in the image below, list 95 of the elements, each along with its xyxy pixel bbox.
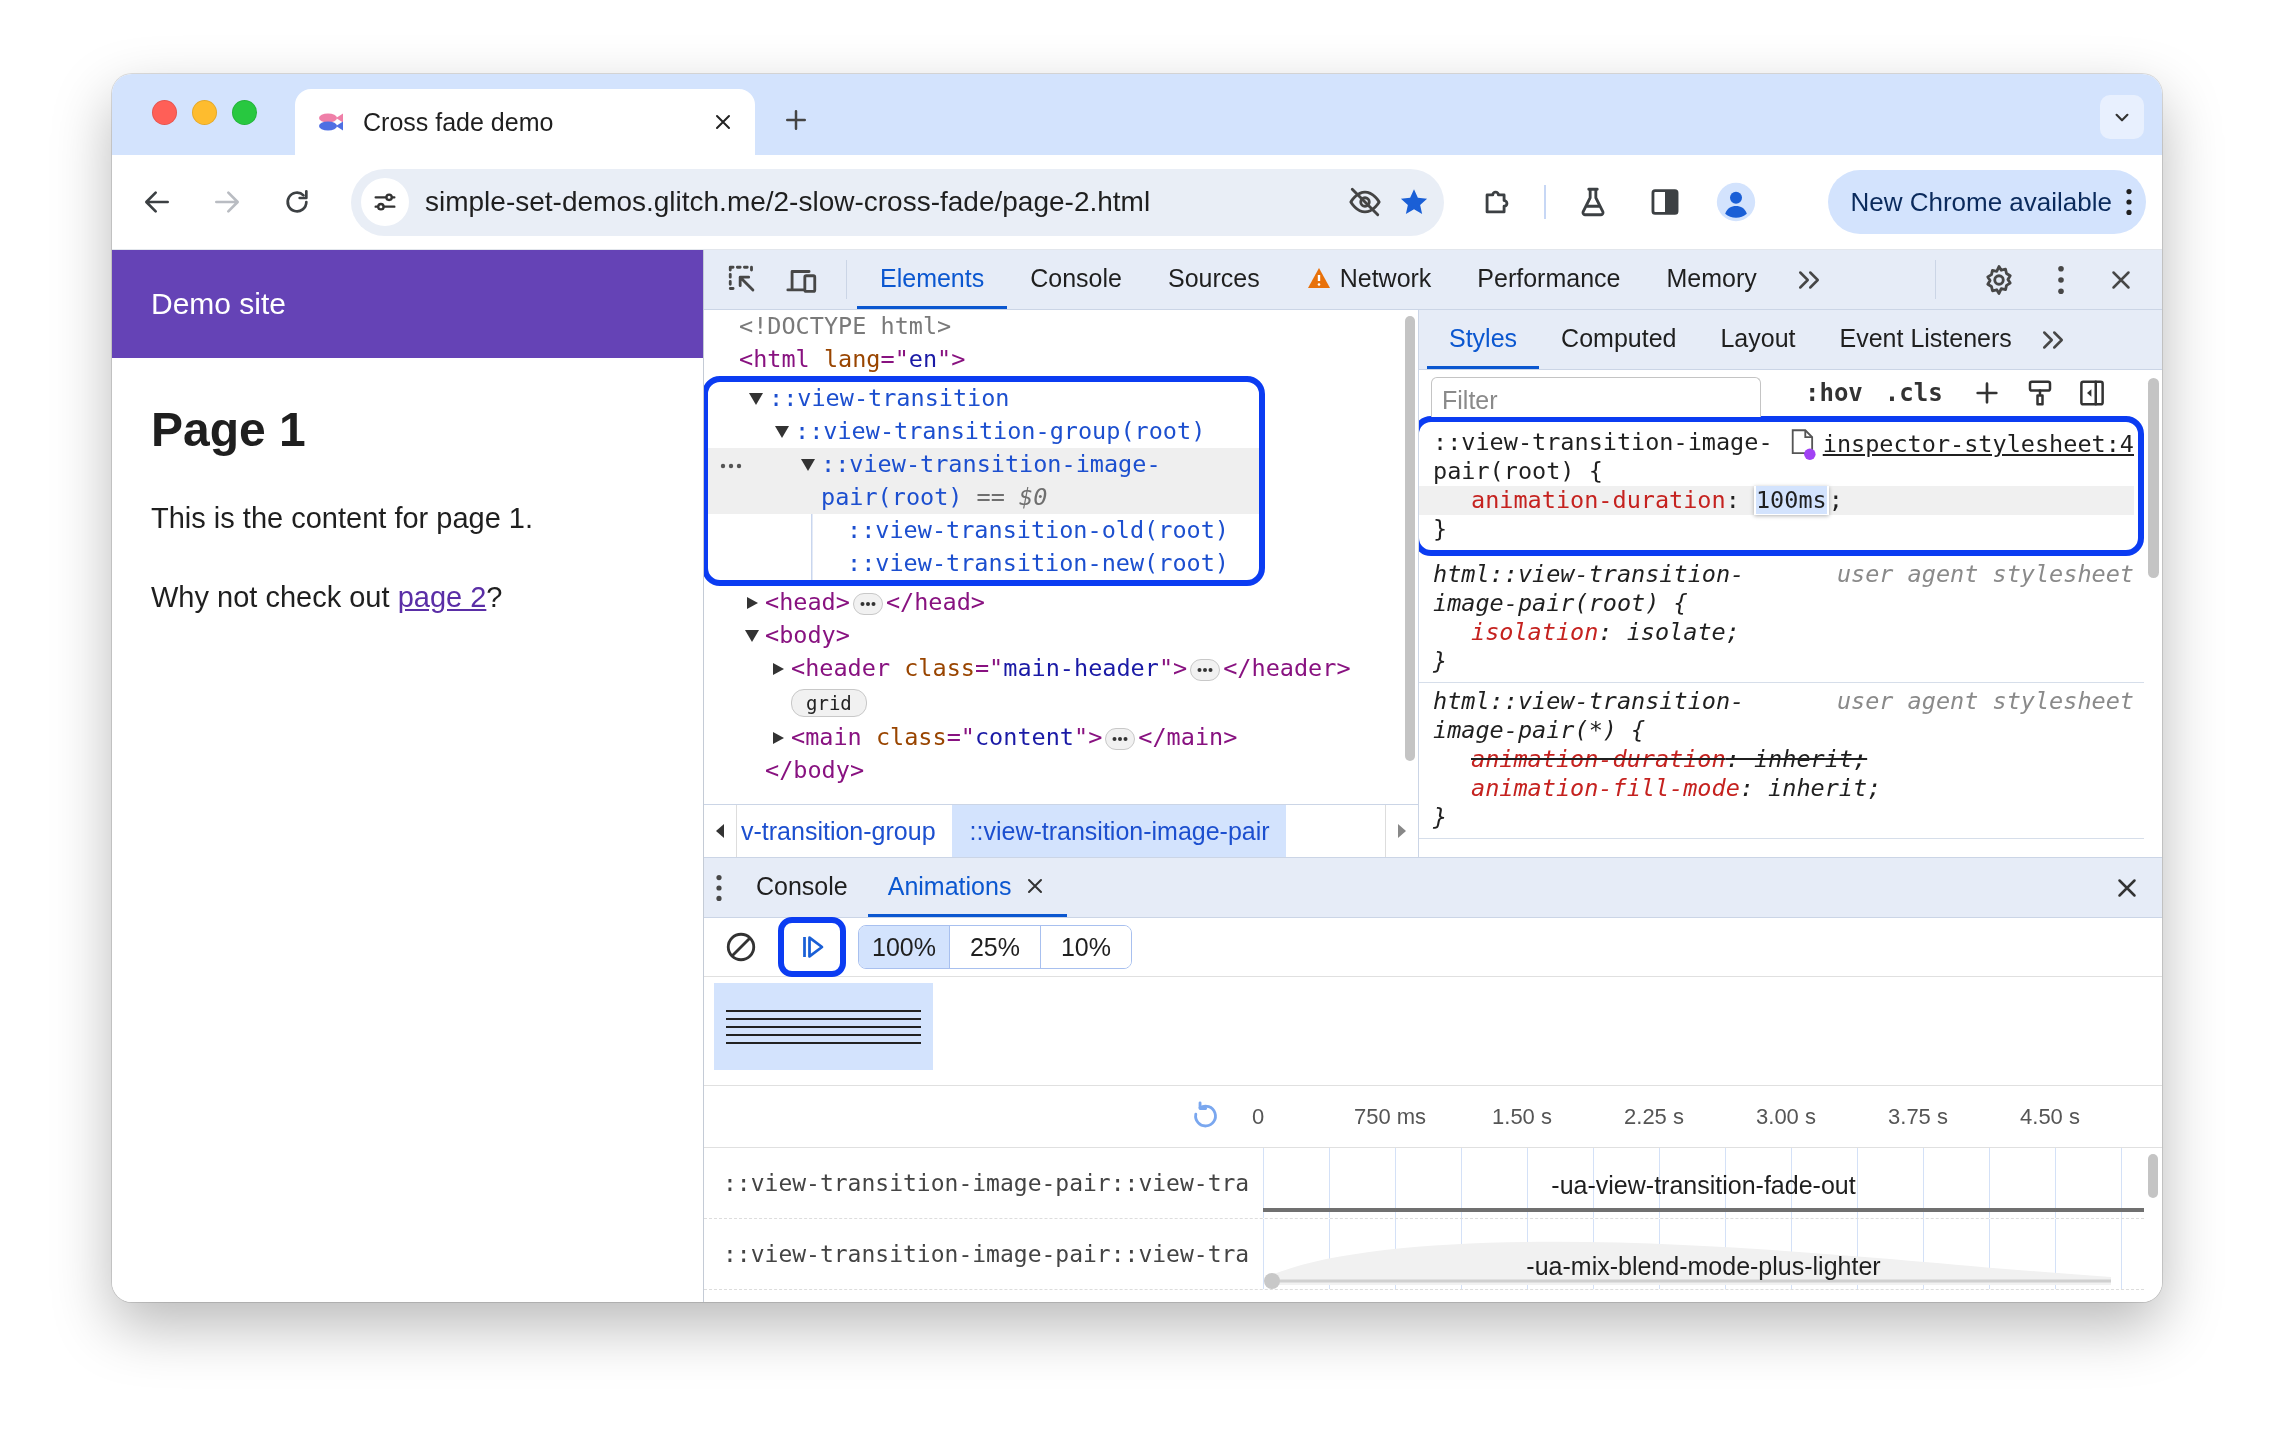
address-bar[interactable]: simple-set-demos.glitch.me/2-slow-cross-fade/page-2.html [351, 168, 1444, 236]
breadcrumb[interactable]: ::view-transition-image-pair [951, 805, 1286, 857]
kebab-icon[interactable] [2058, 265, 2064, 294]
ellipsis-icon [859, 600, 876, 607]
css-brace: } [1433, 803, 1448, 831]
warning-icon [1305, 266, 1332, 290]
pseudo-element: ::view-transition-new(root) [847, 549, 1229, 577]
html-tag: </main> [1138, 723, 1238, 751]
triangle-icon[interactable] [771, 662, 785, 675]
drawer-tab[interactable]: Animations [867, 858, 1068, 917]
css-selector: html::view-transition-image-pair(root) { [1433, 560, 1746, 618]
html-tag: <body> [765, 621, 850, 649]
css-property: animation-duration: [1471, 486, 1741, 514]
pseudo-element: ::view-transition-group(root) [795, 417, 1206, 445]
kebab-icon [2126, 189, 2132, 215]
triangle-icon[interactable] [745, 596, 759, 609]
css-punctuation: ; [1828, 486, 1843, 514]
paragraph: This is the content for page 1. [151, 500, 535, 536]
pseudo-element: ::view-transition-old(root) [847, 516, 1229, 544]
time-tick: 4.50 s [2020, 1103, 2080, 1130]
sidebar-tab[interactable]: Layout [1698, 310, 1818, 369]
ellipsis-icon [1112, 735, 1129, 742]
html-tag: <header class="main-header"> [791, 654, 1188, 682]
scrollbar-thumb [2148, 1154, 2158, 1198]
update-chrome-button[interactable]: New Chrome available [1828, 170, 2146, 234]
animation-target: ::view-transition-image-pair::view-tra [722, 1169, 1251, 1198]
css-brace: } [1433, 515, 1448, 543]
triangle-icon[interactable] [771, 731, 785, 744]
panel-tab[interactable]: Console [1007, 250, 1145, 309]
time-tick: 3.00 s [1756, 1103, 1816, 1130]
close-window-button[interactable] [152, 100, 177, 125]
panel-tab[interactable]: Elements [857, 250, 1008, 309]
toggle-button[interactable]: :hov [1805, 379, 1863, 407]
browser-tab[interactable]: Cross fade demo [295, 89, 755, 155]
css-brace: } [1433, 647, 1448, 675]
sidebar-tab[interactable]: Event Listeners [1817, 310, 2034, 369]
person-icon[interactable] [1716, 182, 1756, 222]
toggle-button[interactable]: .cls [1884, 379, 1943, 407]
css-declaration: animation-fill-mode: inherit; [1471, 774, 1882, 802]
layout-badge[interactable]: grid [791, 689, 867, 717]
eye-slash-icon[interactable] [1348, 185, 1382, 219]
time-tick: 2.25 s [1624, 1103, 1684, 1130]
pseudo-element: ::view-transition-image-pair(root) == $0 [821, 449, 1162, 513]
site-info-button[interactable] [361, 178, 409, 226]
stylesheet-link[interactable]: inspector-stylesheet:4 [1788, 428, 2134, 460]
filter-input[interactable]: Filter [1431, 377, 1761, 417]
ellipsis-button[interactable] [852, 592, 883, 615]
time-tick: 3.75 s [1888, 1103, 1948, 1130]
html-tag: <main class="content"> [791, 723, 1103, 751]
animation-name: -ua-mix-blend-mode-plus-lighter [1526, 1252, 1881, 1281]
triangle-icon[interactable] [801, 458, 815, 471]
animation-name: -ua-view-transition-fade-out [1551, 1171, 1856, 1200]
panel-tab[interactable]: Performance [1454, 250, 1644, 309]
animation-group-preview[interactable] [714, 983, 933, 1070]
site-title: Demo site [151, 287, 287, 321]
sidebar-tab[interactable]: Computed [1539, 310, 1699, 369]
panel-tab[interactable]: Network [1282, 250, 1455, 309]
value-input[interactable]: 100ms [1753, 486, 1829, 515]
triangle-icon[interactable] [745, 629, 759, 642]
css-declaration: isolation: isolate; [1471, 618, 1740, 646]
ellipsis-button[interactable] [1105, 727, 1136, 750]
stylesheet-source: user agent stylesheet [1836, 687, 2134, 716]
pseudo-element: ::view-transition [769, 384, 1010, 412]
kebab-icon[interactable] [716, 874, 722, 901]
css-selector: ::view-transition-image-pair(root) { [1433, 428, 1774, 486]
triangle-icon[interactable] [749, 392, 763, 405]
clear-icon[interactable] [724, 930, 758, 964]
doctype-text: <!DOCTYPE html> [739, 312, 952, 340]
page-heading: Page 1 [151, 404, 307, 457]
animation-target: ::view-transition-image-pair::view-tra [722, 1240, 1251, 1269]
html-tag: <html lang="en"> [739, 345, 966, 373]
breadcrumb[interactable]: v-transition-group [737, 805, 952, 857]
html-tag: </head> [885, 588, 985, 616]
html-tag: </body> [765, 756, 865, 784]
paragraph: Why not check out page 2? [151, 579, 504, 615]
time-tick: 0 [1251, 1103, 1265, 1130]
sidebar-tab[interactable]: Styles [1427, 310, 1540, 369]
panel-tab[interactable]: Sources [1144, 250, 1283, 309]
ellipsis-button[interactable] [1190, 658, 1221, 681]
html-tag: <head> [765, 588, 850, 616]
html-tag: </header> [1223, 654, 1351, 682]
panel-tab[interactable]: Memory [1643, 250, 1780, 309]
speed-button[interactable]: 100% [859, 926, 949, 968]
time-tick: 750 ms [1353, 1103, 1427, 1130]
ellipsis-icon [1197, 666, 1214, 673]
drawer-tab[interactable]: Console [736, 858, 868, 917]
css-selector: html::view-transition-image-pair(*) { [1433, 687, 1746, 745]
css-declaration: animation-duration: inherit; [1471, 745, 1868, 773]
triangle-icon[interactable] [775, 425, 789, 438]
replay-button[interactable] [778, 917, 846, 977]
stylesheet-source: user agent stylesheet [1836, 560, 2134, 589]
ellipsis-icon[interactable] [720, 462, 742, 470]
speed-button[interactable]: 10% [1040, 926, 1131, 968]
time-tick: 1.50 s [1492, 1103, 1552, 1130]
page-link[interactable]: page 2 [397, 580, 487, 613]
